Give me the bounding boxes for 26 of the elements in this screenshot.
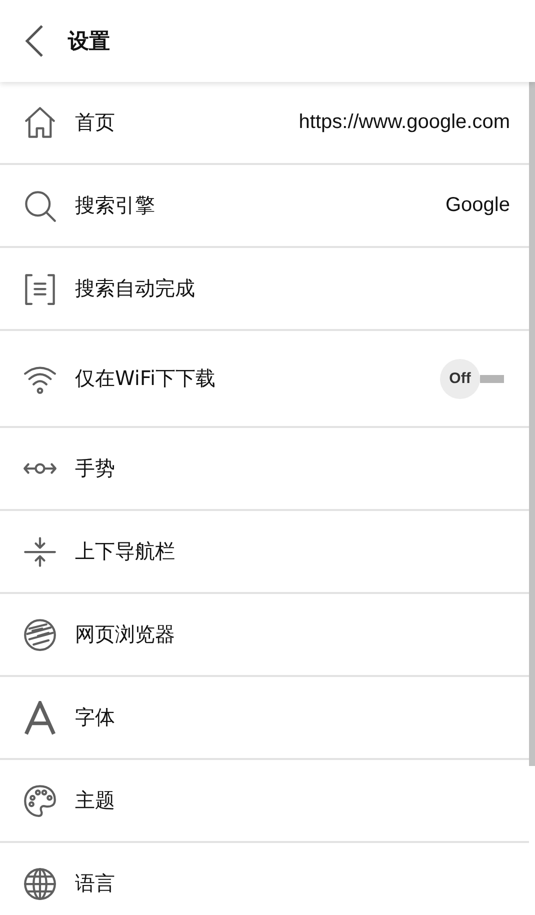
setting-label: 语言: [75, 870, 116, 897]
letter-icon: [23, 700, 57, 734]
setting-value: https://www.google.com: [298, 111, 510, 134]
setting-label: 主题: [75, 787, 116, 814]
setting-label: 上下导航栏: [75, 538, 176, 565]
setting-label: 首页: [75, 109, 116, 136]
setting-label: 手势: [75, 455, 116, 482]
home-icon: [23, 106, 57, 140]
setting-row[interactable]: 主题: [0, 760, 529, 843]
globe-icon: [23, 866, 57, 900]
setting-value: Google: [446, 194, 510, 217]
setting-row[interactable]: 语言: [0, 843, 529, 915]
setting-label: 网页浏览器: [75, 621, 176, 648]
setting-label: 仅在WiFi下下载: [75, 365, 216, 392]
setting-label: 字体: [75, 704, 116, 731]
globe-stripes-icon: [23, 618, 57, 652]
setting-label: 搜索自动完成: [75, 275, 196, 302]
palette-icon: [23, 784, 57, 818]
search-icon: [23, 188, 57, 222]
scrollbar[interactable]: [529, 82, 535, 766]
setting-row[interactable]: 仅在WiFi下下载 Off: [0, 331, 529, 428]
document-icon: [23, 272, 57, 306]
page-title: 设置: [68, 28, 110, 55]
setting-label: 搜索引擎: [75, 192, 156, 219]
gesture-icon: [23, 462, 57, 475]
collapse-icon: [23, 534, 57, 568]
